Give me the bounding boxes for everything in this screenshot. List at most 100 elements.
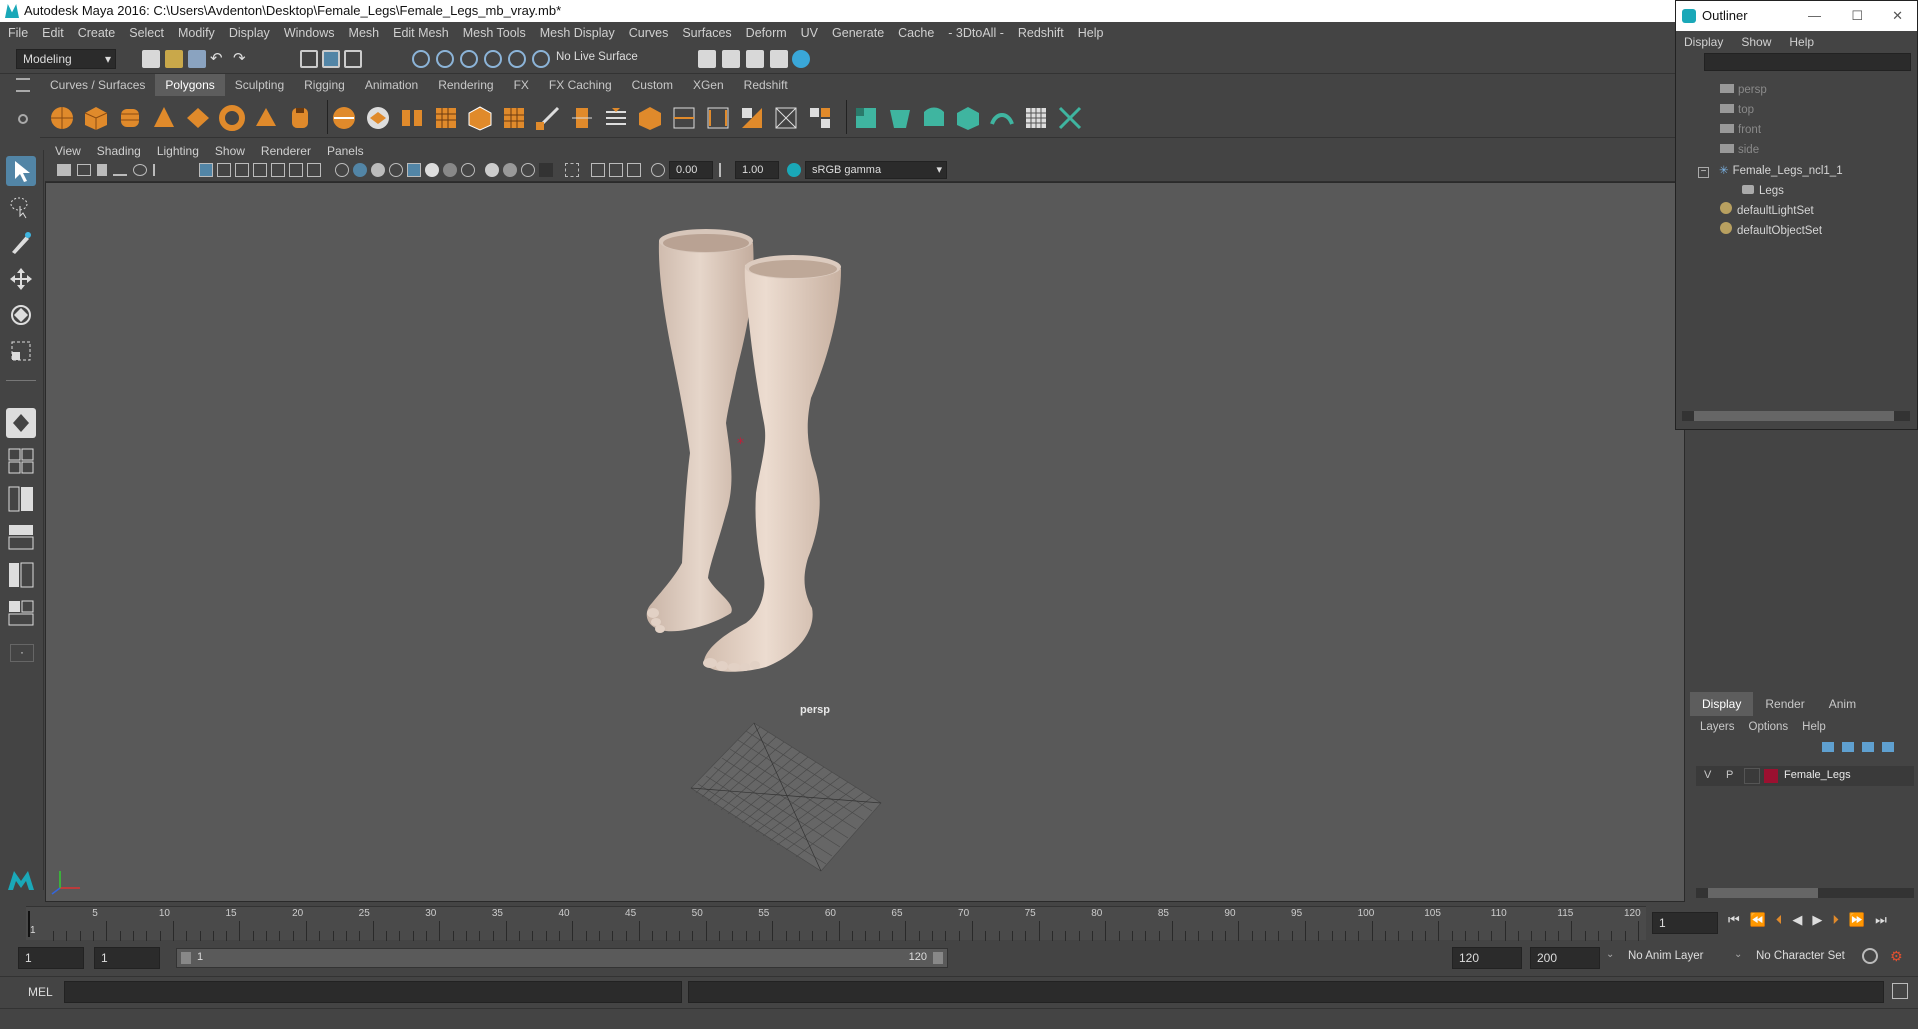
poly-pipe-icon[interactable] <box>286 104 314 132</box>
poly-cone-icon[interactable] <box>150 104 178 132</box>
uv-planar-icon[interactable] <box>852 104 880 132</box>
menu-edit-mesh[interactable]: Edit Mesh <box>393 26 449 40</box>
menu-windows[interactable]: Windows <box>284 26 335 40</box>
menu-redshift[interactable]: Redshift <box>1018 26 1064 40</box>
playback-end-field[interactable]: 120 <box>1452 947 1522 969</box>
shadows-icon[interactable] <box>443 163 457 177</box>
snap-surface-icon[interactable] <box>508 50 526 68</box>
collapse-toggle-icon[interactable]: − <box>1698 167 1709 178</box>
outliner-item-top[interactable]: top <box>1720 101 1754 119</box>
render-current-frame-icon[interactable] <box>722 50 740 68</box>
menu-surfaces[interactable]: Surfaces <box>682 26 731 40</box>
bookmarks-icon[interactable] <box>97 164 107 176</box>
viewport-menu-view[interactable]: View <box>55 144 81 158</box>
layer-scrollbar[interactable] <box>1696 888 1914 898</box>
outliner-item-persp[interactable]: persp <box>1720 81 1767 99</box>
uv-layout-icon[interactable] <box>1022 104 1050 132</box>
layer-color-swatch[interactable] <box>1764 769 1778 783</box>
menu-uv[interactable]: UV <box>801 26 818 40</box>
bridge-icon[interactable] <box>466 104 494 132</box>
color-management-icon[interactable] <box>787 163 801 177</box>
menu-3dtoall[interactable]: - 3DtoAll - <box>948 26 1004 40</box>
exposure-icon[interactable] <box>651 163 665 177</box>
menu-edit[interactable]: Edit <box>42 26 64 40</box>
edge-slide-icon[interactable] <box>670 104 698 132</box>
maximize-icon[interactable]: ☐ <box>1851 1 1863 31</box>
animation-start-field[interactable]: 1 <box>18 947 84 969</box>
menu-mesh-display[interactable]: Mesh Display <box>540 26 615 40</box>
render-settings-icon[interactable] <box>770 50 788 68</box>
isolate-select-icon[interactable] <box>565 163 579 177</box>
tab-animation[interactable]: Animation <box>354 74 429 96</box>
layer-playback-toggle[interactable]: P <box>1726 769 1733 781</box>
depth-of-field-icon[interactable] <box>521 163 535 177</box>
outliner-item-side[interactable]: side <box>1720 141 1759 159</box>
layer-name[interactable]: Female_Legs <box>1784 769 1851 781</box>
anim-layer-select[interactable]: No Anim Layer <box>1628 950 1703 962</box>
outliner-item-default-light-set[interactable]: defaultLightSet <box>1720 202 1814 220</box>
snap-point-icon[interactable] <box>460 50 478 68</box>
animation-preferences-icon[interactable]: ⚙ <box>1890 948 1906 964</box>
move-layer-down-icon[interactable] <box>1842 742 1854 752</box>
wireframe-icon[interactable] <box>335 163 349 177</box>
scrollbar-thumb[interactable] <box>1694 411 1894 421</box>
tab-sculpting[interactable]: Sculpting <box>224 74 295 96</box>
poly-torus-icon[interactable] <box>218 104 246 132</box>
step-forward-key-icon[interactable]: ⏩ <box>1849 912 1865 928</box>
hud-icon[interactable] <box>627 163 641 177</box>
single-perspective-layout-icon[interactable] <box>6 408 36 438</box>
close-icon[interactable]: ✕ <box>1892 1 1903 31</box>
view-transform-select[interactable]: sRGB gamma ▾ <box>805 161 947 179</box>
scale-tool-icon[interactable] <box>6 336 36 366</box>
image-plane-icon[interactable] <box>113 164 127 176</box>
minimize-icon[interactable]: — <box>1808 1 1821 31</box>
outliner-menu-display[interactable]: Display <box>1684 35 1723 49</box>
outliner-item-legs[interactable]: Legs <box>1742 182 1784 200</box>
chevron-down-icon[interactable]: ⌄ <box>1734 949 1742 960</box>
combine-icon[interactable] <box>330 104 358 132</box>
snap-vertex-icon[interactable] <box>532 50 550 68</box>
auto-key-icon[interactable] <box>1862 948 1878 964</box>
xray-icon[interactable] <box>539 163 553 177</box>
field-chart-icon[interactable] <box>271 163 285 177</box>
grease-pencil-icon[interactable] <box>153 164 165 176</box>
menu-select[interactable]: Select <box>129 26 164 40</box>
bevel-icon[interactable] <box>636 104 664 132</box>
select-object-icon[interactable] <box>322 50 340 68</box>
split-icon[interactable] <box>806 104 834 132</box>
redo-icon[interactable]: ↷ <box>233 49 246 67</box>
outliner-item-female-legs-group[interactable]: − ✳ Female_Legs_ncl1_1 <box>1698 162 1843 180</box>
layer-menu-help[interactable]: Help <box>1802 721 1826 733</box>
viewport-menu-shading[interactable]: Shading <box>97 144 141 158</box>
screen-space-ao-icon[interactable] <box>461 163 475 177</box>
new-layer-icon[interactable] <box>1862 742 1874 752</box>
grid-toggle-icon[interactable] <box>199 163 213 177</box>
scrollbar-thumb[interactable] <box>1708 888 1818 898</box>
extract-icon[interactable] <box>398 104 426 132</box>
separate-icon[interactable] <box>364 104 392 132</box>
tab-rendering[interactable]: Rendering <box>428 74 504 96</box>
select-tool-icon[interactable] <box>6 156 36 186</box>
save-scene-icon[interactable] <box>188 50 206 68</box>
tab-display-layers[interactable]: Display <box>1690 692 1754 716</box>
uv-unfold-icon[interactable] <box>988 104 1016 132</box>
render-region-icon[interactable] <box>698 50 716 68</box>
wireframe-on-shaded-icon[interactable] <box>389 163 403 177</box>
poly-cube-icon[interactable] <box>82 104 110 132</box>
tab-redshift[interactable]: Redshift <box>733 74 798 96</box>
menu-generate[interactable]: Generate <box>832 26 884 40</box>
insert-edge-loop-icon[interactable] <box>602 104 630 132</box>
go-to-end-icon[interactable]: ⏭ <box>1875 912 1887 928</box>
snap-curve-icon[interactable] <box>436 50 454 68</box>
collapse-icon[interactable] <box>772 104 800 132</box>
move-layer-up-icon[interactable] <box>1822 742 1834 752</box>
poly-cylinder-icon[interactable] <box>116 104 144 132</box>
outliner-item-front[interactable]: front <box>1720 121 1761 139</box>
xray-joints-icon[interactable] <box>591 163 605 177</box>
smooth-icon[interactable] <box>432 104 460 132</box>
default-material-icon[interactable] <box>371 163 385 177</box>
layer-menu-layers[interactable]: Layers <box>1700 721 1735 733</box>
outliner-menu-help[interactable]: Help <box>1789 35 1814 49</box>
range-handle-left[interactable] <box>181 952 191 964</box>
viewport-menu-panels[interactable]: Panels <box>327 144 364 158</box>
